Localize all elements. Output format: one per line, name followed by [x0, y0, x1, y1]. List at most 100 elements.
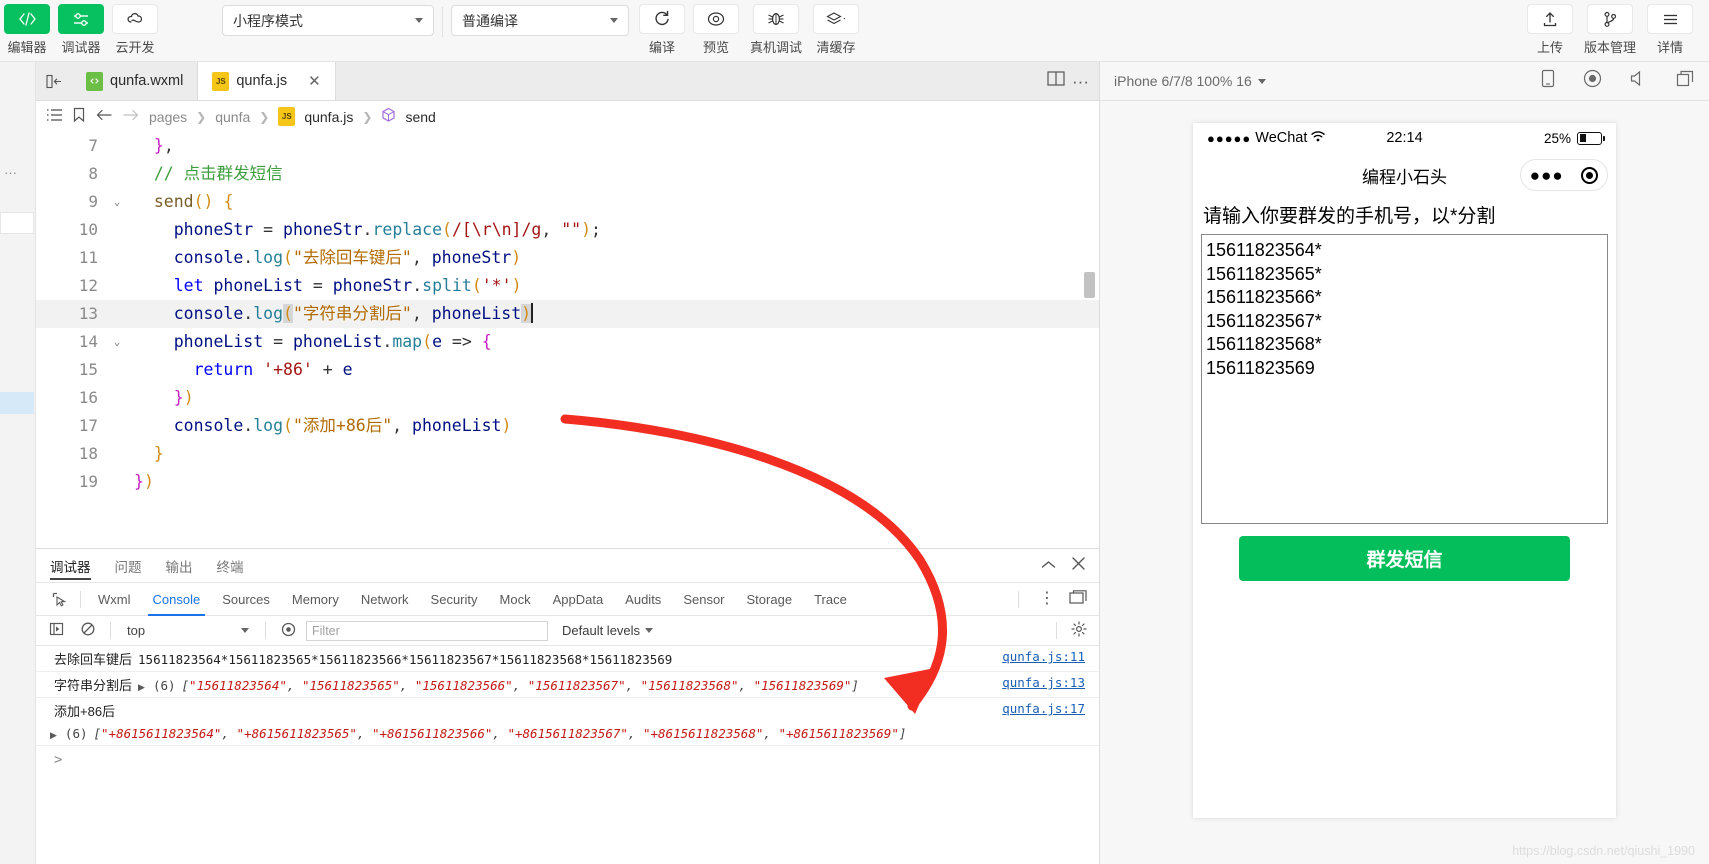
phone-rotate-icon[interactable]	[1541, 69, 1555, 93]
devtools-tab-mock[interactable]: Mock	[489, 583, 542, 616]
toolbar-item-details[interactable]: 详情	[1643, 0, 1697, 56]
breadcrumb-part-file[interactable]: qunfa.js	[304, 109, 353, 125]
toolbar-item-editor[interactable]: 编辑器	[0, 0, 54, 56]
code-line[interactable]: 11 console.log("去除回车键后", phoneStr)	[36, 244, 1099, 272]
live-expression-icon[interactable]	[274, 622, 302, 640]
toolbar-item-version-control[interactable]: 版本管理	[1577, 0, 1643, 56]
breadcrumb-part-symbol[interactable]: send	[405, 109, 435, 125]
console-prompt[interactable]: >	[36, 746, 1099, 768]
toolbar-item-compile[interactable]: 编译	[635, 0, 689, 56]
code-line[interactable]: 7 },	[36, 132, 1099, 160]
more-dots-icon[interactable]: ●●●	[1530, 167, 1564, 184]
toolbar-item-debugger[interactable]: 调试器	[54, 0, 108, 56]
editor-tab-qunfa-wxml[interactable]: qunfa.wxml	[72, 62, 199, 100]
phone-number-textarea[interactable]: 15611823564* 15611823565* 15611823566* 1561…	[1201, 234, 1608, 524]
back-arrow-icon[interactable]	[95, 108, 113, 126]
code-line[interactable]: 17 console.log("添加+86后", phoneList)	[36, 412, 1099, 440]
device-select[interactable]: iPhone 6/7/8 100% 16	[1114, 73, 1266, 89]
more-vertical-icon[interactable]: ⋮	[1039, 591, 1055, 607]
devtools-tab-trace[interactable]: Trace	[803, 583, 858, 616]
line-number: 10	[78, 220, 98, 239]
code-line[interactable]: 16 })	[36, 384, 1099, 412]
code-line[interactable]: 19})	[36, 468, 1099, 496]
expand-triangle-icon[interactable]: ▶	[50, 730, 57, 741]
devtools-tab-wxml[interactable]: Wxml	[87, 583, 142, 616]
toolbar-item-cloud-dev[interactable]: 云开发	[108, 0, 162, 56]
close-icon[interactable]	[1072, 557, 1085, 574]
send-sms-button[interactable]: 群发短信	[1239, 536, 1570, 581]
devtools-tab-memory[interactable]: Memory	[281, 583, 350, 616]
console-context-select[interactable]: top	[119, 623, 257, 638]
console-row[interactable]: 字符串分割后 ▶ (6) ["15611823564", "15611823565",…	[36, 672, 1099, 698]
panel-tab-terminal[interactable]: 终端	[217, 549, 244, 583]
devtools-tab-console[interactable]: Console	[142, 583, 212, 616]
dock-panel-icon[interactable]	[1069, 590, 1087, 608]
devtools-tab-appdata[interactable]: AppData	[542, 583, 615, 616]
console-row-expanded-value[interactable]: ▶ (6) ["+8615611823564", "+8615611823565",…	[36, 723, 1099, 746]
console-row[interactable]: 去除回车键后 15611823564*15611823565*1561182356…	[36, 646, 1099, 672]
editor-tab-qunfa-js[interactable]: JS qunfa.js ✕	[198, 62, 336, 100]
gear-icon[interactable]	[1071, 621, 1087, 640]
devtools-tab-storage[interactable]: Storage	[736, 583, 804, 616]
split-editor-icon[interactable]	[1046, 70, 1066, 92]
more-options-icon[interactable]: ···	[1072, 73, 1089, 90]
toolbar-item-upload[interactable]: 上传	[1523, 0, 1577, 56]
compile-select[interactable]: 普通编译	[451, 5, 629, 36]
devtools-tab-security[interactable]: Security	[420, 583, 489, 616]
bookmark-icon[interactable]	[72, 107, 86, 127]
panel-tab-output[interactable]: 输出	[166, 549, 193, 583]
target-circle-icon[interactable]	[1581, 166, 1599, 184]
devtools-tab-audits[interactable]: Audits	[614, 583, 672, 616]
devtools-tab-sensor[interactable]: Sensor	[672, 583, 735, 616]
rail-item-active[interactable]	[0, 392, 34, 414]
toolbar-item-debugger-label: 调试器	[61, 40, 101, 55]
code-line[interactable]: 14 ⌄ phoneList = phoneList.map(e => {	[36, 328, 1099, 356]
console-output[interactable]: 去除回车键后 15611823564*15611823565*1561182356…	[36, 646, 1099, 864]
volume-icon[interactable]	[1630, 70, 1648, 92]
inspect-element-icon[interactable]	[44, 592, 74, 607]
clear-console-icon[interactable]	[74, 622, 102, 639]
breadcrumb-part-qunfa[interactable]: qunfa	[215, 109, 250, 125]
toolbar-item-real-device-debug[interactable]: 真机调试	[743, 0, 809, 56]
collapse-chevron-icon[interactable]	[1041, 557, 1056, 574]
toolbar-item-preview[interactable]: 预览	[689, 0, 743, 56]
code-line[interactable]: 12 let phoneList = phoneStr.split('*')	[36, 272, 1099, 300]
console-row-label: 添加+86后	[54, 704, 116, 719]
fold-chevron-icon[interactable]: ⌄	[108, 188, 126, 216]
console-row[interactable]: 添加+86后 qunfa.js:17	[36, 698, 1099, 723]
panel-tab-debugger[interactable]: 调试器	[50, 549, 91, 583]
console-source-link[interactable]: qunfa.js:17	[1002, 701, 1085, 716]
breadcrumb: pages ❯ qunfa ❯ JS qunfa.js ❯ send	[36, 101, 1099, 132]
code-line[interactable]: 13 console.log("字符串分割后", phoneList)	[36, 300, 1099, 328]
editor-scrollbar[interactable]	[1084, 272, 1095, 298]
devtools-tab-sources[interactable]: Sources	[211, 583, 281, 616]
console-source-link[interactable]: qunfa.js:13	[1002, 675, 1085, 690]
devtools-tab-network[interactable]: Network	[350, 583, 420, 616]
fold-chevron-icon[interactable]: ⌄	[108, 328, 126, 356]
code-line[interactable]: 18 }	[36, 440, 1099, 468]
execute-icon[interactable]	[42, 622, 70, 639]
mode-select[interactable]: 小程序模式	[222, 5, 434, 36]
windows-icon[interactable]	[1676, 70, 1695, 92]
code-text: phoneStr = phoneStr.replace(/[\r\n]/g, "…	[173, 220, 601, 239]
console-levels-select[interactable]: Default levels	[562, 623, 654, 638]
code-line[interactable]: 8 // 点击群发短信	[36, 160, 1099, 188]
console-filter-input[interactable]	[306, 620, 548, 641]
code-line[interactable]: 10 phoneStr = phoneStr.replace(/[\r\n]/g…	[36, 216, 1099, 244]
breadcrumb-part-pages[interactable]: pages	[149, 109, 187, 125]
rail-overflow-icon[interactable]: ···	[4, 165, 17, 180]
collapse-sidebar-icon[interactable]	[36, 62, 72, 100]
expand-triangle-icon[interactable]: ▶	[138, 682, 145, 693]
wechat-capsule-button[interactable]: ●●●	[1520, 159, 1608, 191]
panel-tab-problems[interactable]: 问题	[115, 549, 142, 583]
outline-icon[interactable]	[46, 108, 63, 126]
toolbar-item-clear-cache[interactable]: 清缓存	[809, 0, 863, 56]
code-editor[interactable]: 6 console.log("原始输入的号码", phoneStr)7 },8 …	[36, 132, 1099, 548]
forward-arrow-icon[interactable]	[122, 108, 140, 126]
code-line[interactable]: 15 return '+86' + e	[36, 356, 1099, 384]
close-icon[interactable]: ✕	[308, 72, 321, 90]
code-line[interactable]: 9 ⌄ send() {	[36, 188, 1099, 216]
rail-item-placeholder[interactable]	[0, 212, 34, 234]
console-source-link[interactable]: qunfa.js:11	[1002, 649, 1085, 664]
record-icon[interactable]	[1583, 69, 1602, 93]
